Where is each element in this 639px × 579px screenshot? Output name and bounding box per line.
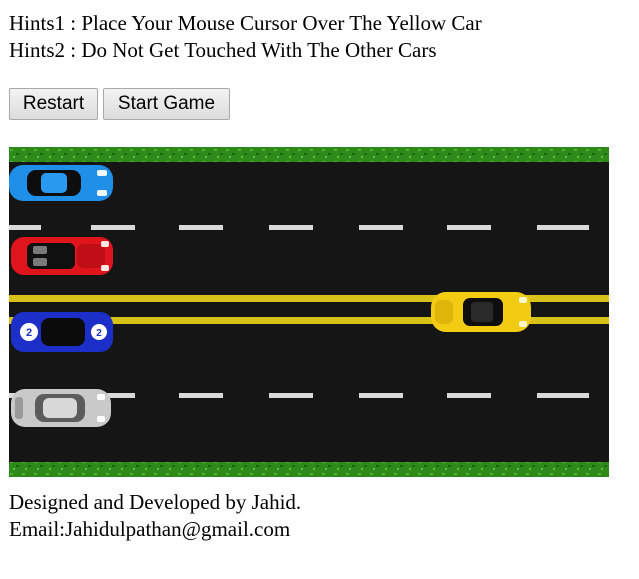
bottom-grass-strip — [9, 462, 609, 477]
yellow-car[interactable] — [431, 292, 531, 332]
hint-2: Hints2 : Do Not Get Touched With The Oth… — [9, 38, 437, 62]
road-scene: 2 2 — [9, 147, 609, 477]
hint-1: Hints1 : Place Your Mouse Cursor Over Th… — [9, 11, 482, 35]
email-text: Email:Jahidulpathan@gmail.com — [9, 517, 291, 541]
restart-button[interactable]: Restart — [9, 88, 98, 120]
top-grass-strip — [9, 147, 609, 162]
silver-car — [11, 389, 111, 427]
game-canvas[interactable]: 2 2 — [9, 147, 609, 477]
blue-car — [9, 165, 113, 201]
navy-race-car: 2 2 — [11, 312, 113, 352]
race-car-number: 2 — [26, 327, 32, 339]
race-car-number: 2 — [96, 328, 102, 339]
red-car — [11, 237, 113, 275]
credit-text: Designed and Developed by Jahid. — [9, 490, 302, 514]
start-game-button[interactable]: Start Game — [103, 88, 230, 120]
